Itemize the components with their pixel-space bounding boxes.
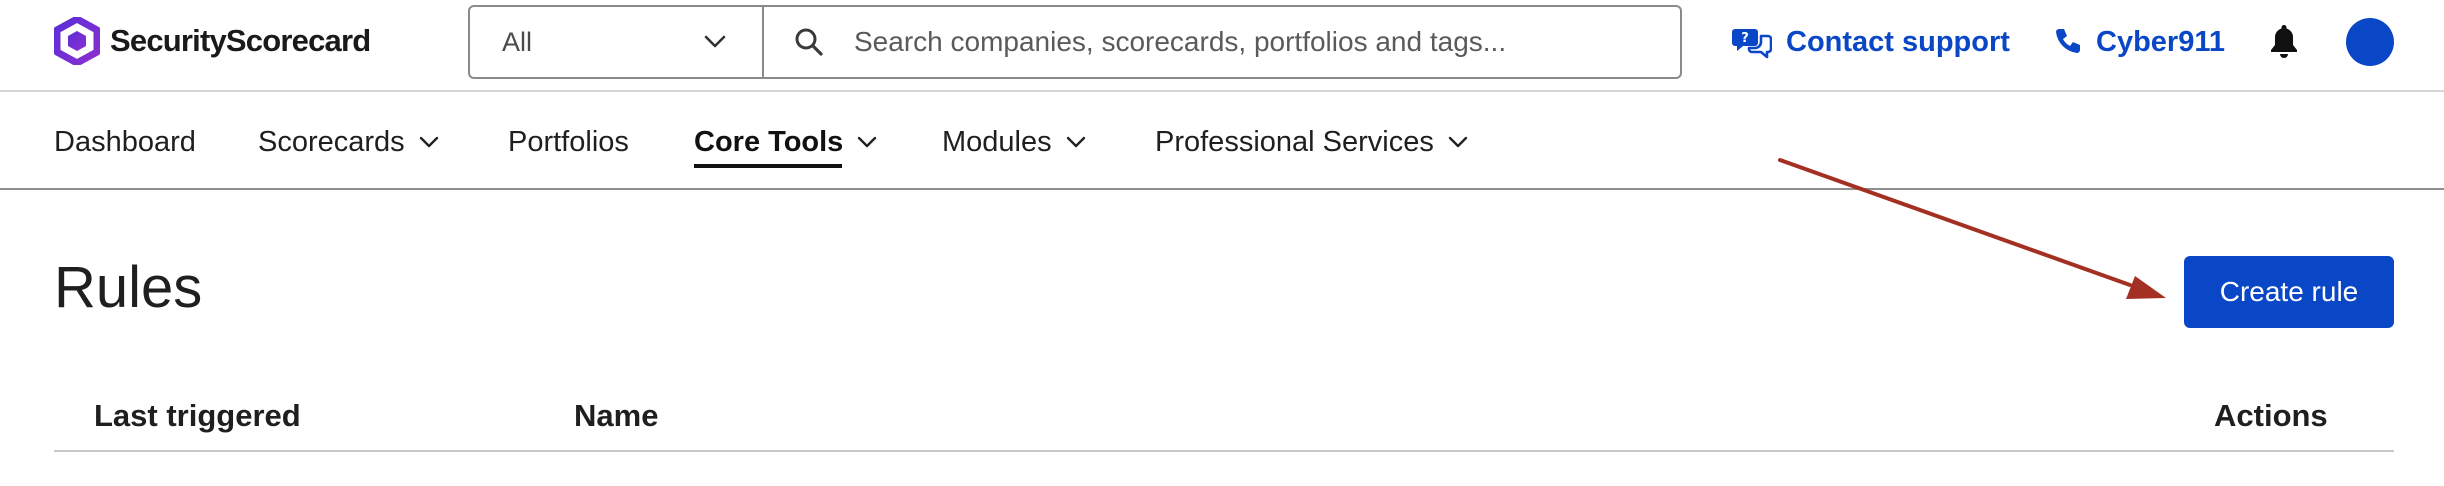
nav-item-label: Core Tools [694,125,844,158]
contact-support-label: Contact support [1786,25,2010,58]
search-input[interactable] [854,26,1654,58]
cyber911-label: Cyber911 [2096,25,2225,58]
chevron-down-icon [1448,136,1468,148]
chat-bubbles-icon: ? [1732,29,1772,59]
nav-item-label: Modules [942,125,1052,158]
nav-item-portfolios[interactable]: Portfolios [508,122,629,162]
user-avatar[interactable] [2346,18,2394,66]
create-rule-button[interactable]: Create rule [2184,256,2394,328]
svg-text:?: ? [1741,31,1749,46]
rules-table-header: Last triggered Name Actions [54,380,2394,452]
main-nav: Dashboard Scorecards Portfolios Core Too… [0,92,2444,190]
column-header-actions: Actions [2214,398,2328,433]
search-box [764,7,1680,77]
securityscorecard-logo-icon [54,17,100,65]
active-tab-indicator [694,164,842,168]
cyber911-link[interactable]: Cyber911 [2052,20,2225,64]
page-title: Rules [54,255,203,320]
chevron-down-icon [704,35,726,48]
top-header: SecurityScorecard All ? Contact support [0,0,2444,92]
brand-logo[interactable]: SecurityScorecard [54,16,371,66]
bell-icon[interactable] [2268,22,2300,60]
nav-item-scorecards[interactable]: Scorecards [258,122,439,162]
chevron-down-icon [419,136,438,148]
nav-item-professional-services[interactable]: Professional Services [1155,122,1468,162]
phone-icon [2056,29,2080,53]
search-scope-select[interactable]: All [470,7,764,77]
nav-item-core-tools[interactable]: Core Tools [694,122,877,162]
nav-item-label: Professional Services [1155,125,1434,158]
nav-item-modules[interactable]: Modules [942,122,1086,162]
nav-item-label: Scorecards [258,125,405,158]
nav-item-label: Portfolios [508,125,629,158]
contact-support-link[interactable]: ? Contact support [1732,20,2010,64]
chevron-down-icon [1066,136,1085,148]
column-header-last-triggered[interactable]: Last triggered [94,398,301,434]
search-icon [795,28,823,56]
brand-name: SecurityScorecard [110,23,371,58]
chevron-down-icon [858,136,877,148]
global-search: All [468,5,1682,79]
column-header-name[interactable]: Name [574,398,658,434]
search-scope-value: All [502,26,533,57]
nav-item-dashboard[interactable]: Dashboard [54,122,196,162]
nav-item-label: Dashboard [54,125,196,158]
